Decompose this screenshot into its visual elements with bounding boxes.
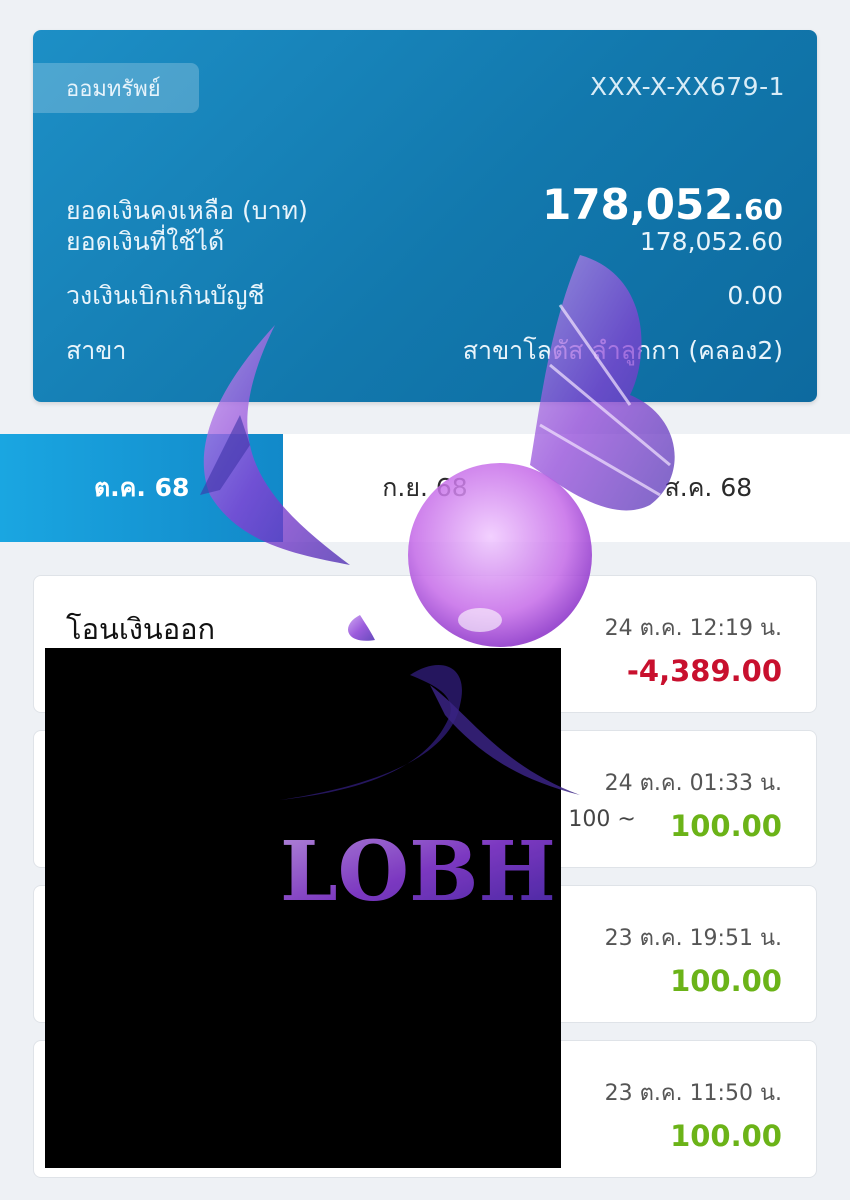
transaction-date: 24 ต.ค. 12:19 น. (604, 616, 782, 641)
month-tabs: ต.ค. 68 ก.ย. 68 ส.ค. 68 (0, 434, 850, 542)
transaction-note: : 100 ~ (554, 807, 636, 832)
account-card[interactable]: ออมทรัพย์ XXX-X-XX679-1 ยอดเงินคงเหลือ (… (33, 30, 817, 402)
available-label: ยอดเงินที่ใช้ได้ (66, 227, 225, 256)
overdraft-row: วงเงินเบิกเกินบัญชี 0.00 (66, 276, 783, 316)
transaction-amount: -4,389.00 (626, 654, 782, 688)
overdraft-label: วงเงินเบิกเกินบัญชี (66, 281, 265, 310)
transaction-amount: 100.00 (670, 964, 782, 998)
account-number: XXX-X-XX679-1 (590, 72, 785, 101)
transaction-date: 23 ต.ค. 11:50 น. (604, 1081, 782, 1106)
transaction-date: 24 ต.ค. 01:33 น. (604, 771, 782, 796)
tab-month-3[interactable]: ส.ค. 68 (567, 434, 850, 542)
available-value: 178,052.60 (639, 227, 783, 256)
account-type-badge: ออมทรัพย์ (33, 63, 199, 113)
transaction-amount: 100.00 (670, 809, 782, 843)
tab-month-1[interactable]: ต.ค. 68 (0, 434, 284, 542)
branch-label: สาขา (66, 336, 127, 365)
transaction-title: โอนเงินออก (66, 612, 216, 646)
transaction-date: 23 ต.ค. 19:51 น. (604, 926, 782, 951)
branch-row: สาขา สาขาโลตัส ลำลูกกา (คลอง2) (66, 331, 783, 371)
overdraft-value: 0.00 (727, 281, 783, 310)
transaction-amount: 100.00 (670, 1119, 782, 1153)
branch-value: สาขาโลตัส ลำลูกกา (คลอง2) (462, 336, 783, 365)
redaction-block (45, 648, 561, 1168)
tab-month-2[interactable]: ก.ย. 68 (283, 434, 566, 542)
available-row: ยอดเงินที่ใช้ได้ 178,052.60 (66, 222, 783, 262)
